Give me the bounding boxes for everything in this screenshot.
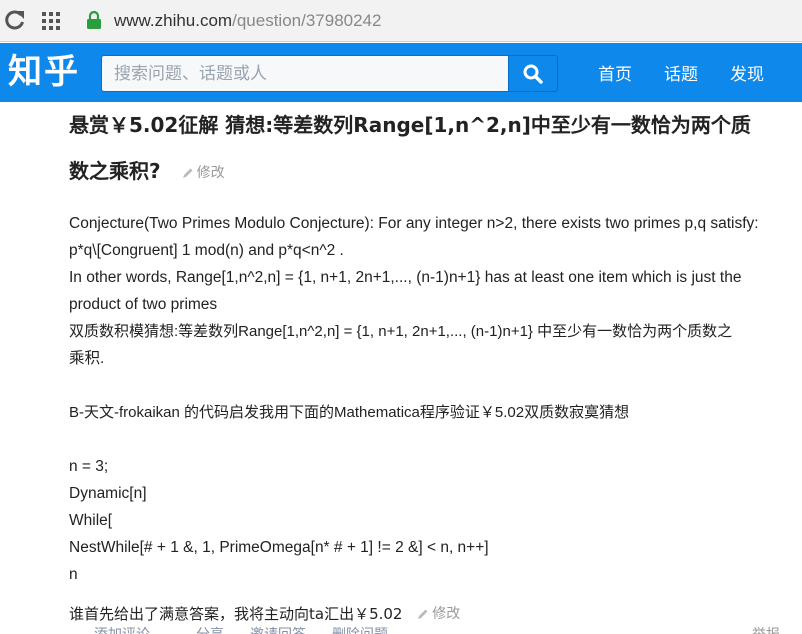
search-input[interactable] <box>101 55 509 92</box>
edit-question-link[interactable]: 修改 <box>182 150 225 196</box>
address-field[interactable]: www.zhihu.com/question/37980242 <box>114 10 381 32</box>
reward-text: 谁首先给出了满意答案，我将主动向ta汇出￥5.02 <box>69 604 403 623</box>
question-content: 悬赏￥5.02征解 猜想:等差数列Range[1,n^2,n]中至少有一数恰为两… <box>69 102 802 628</box>
code-line: NestWhile[# + 1 &, 1, PrimeOmega[n* # + … <box>69 538 489 556</box>
browser-address-bar: www.zhihu.com/question/37980242 <box>0 0 802 42</box>
nav-link-home[interactable]: 首页 <box>598 60 632 85</box>
nav-link-topics[interactable]: 话题 <box>664 60 698 85</box>
add-comment-button[interactable]: 添加评论 <box>94 624 150 634</box>
detail-line: product of two primes <box>69 295 218 313</box>
pencil-icon <box>182 168 193 178</box>
code-line: n <box>69 565 78 583</box>
question-title-text: 数之乘积? <box>69 159 161 183</box>
report-button[interactable]: 举报 <box>752 624 780 634</box>
code-line: Dynamic[n] <box>69 484 147 502</box>
nav-links: 首页 话题 发现 <box>598 43 796 102</box>
top-nav-bar: 知乎 首页 话题 发现 <box>0 43 802 102</box>
code-line: n = 3; <box>69 457 109 475</box>
question-title-line-2: 数之乘积? 修改 <box>69 148 802 196</box>
question-detail: Conjecture(Two Primes Modulo Conjecture)… <box>69 210 802 588</box>
question-title: 悬赏￥5.02征解 猜想:等差数列Range[1,n^2,n]中至少有一数恰为两… <box>69 102 802 196</box>
url-path: /question/37980242 <box>232 11 382 30</box>
detail-line: p*q\[Congruent] 1 mod(n) and p*q<n^2 . <box>69 241 344 259</box>
detail-line: In other words, Range[1,n^2,n] = {1, n+1… <box>69 268 742 286</box>
detail-blank-line <box>69 372 802 399</box>
delete-question-button[interactable]: 删除问题 <box>332 624 388 634</box>
invite-answer-button[interactable]: 邀请回答 <box>250 624 306 634</box>
search-icon <box>523 64 543 84</box>
share-button[interactable]: 分享 <box>196 624 224 634</box>
question-title-line-1: 悬赏￥5.02征解 猜想:等差数列Range[1,n^2,n]中至少有一数恰为两… <box>69 113 751 137</box>
detail-line: 双质数积模猜想:等差数列Range[1,n^2,n] = {1, n+1, 2n… <box>69 322 733 340</box>
apps-grid-icon[interactable] <box>42 12 60 30</box>
question-action-bar: 添加评论 分享 邀请回答 删除问题 举报 <box>74 624 802 634</box>
zhihu-logo[interactable]: 知乎 <box>8 49 80 95</box>
detail-line: 乘积. <box>69 349 105 367</box>
nav-link-explore[interactable]: 发现 <box>730 60 764 85</box>
detail-line: B-天文-frokaikan 的代码启发我用下面的Mathematica程序验证… <box>69 403 630 421</box>
detail-line: Conjecture(Two Primes Modulo Conjecture)… <box>69 214 759 232</box>
secure-lock-icon <box>87 10 101 29</box>
url-host: www.zhihu.com <box>114 11 233 30</box>
reload-icon[interactable] <box>4 8 26 32</box>
edit-label: 修改 <box>196 164 225 181</box>
pencil-icon <box>418 609 428 619</box>
search-button[interactable] <box>509 55 558 92</box>
detail-blank-line <box>69 426 802 453</box>
code-line: While[ <box>69 511 113 529</box>
